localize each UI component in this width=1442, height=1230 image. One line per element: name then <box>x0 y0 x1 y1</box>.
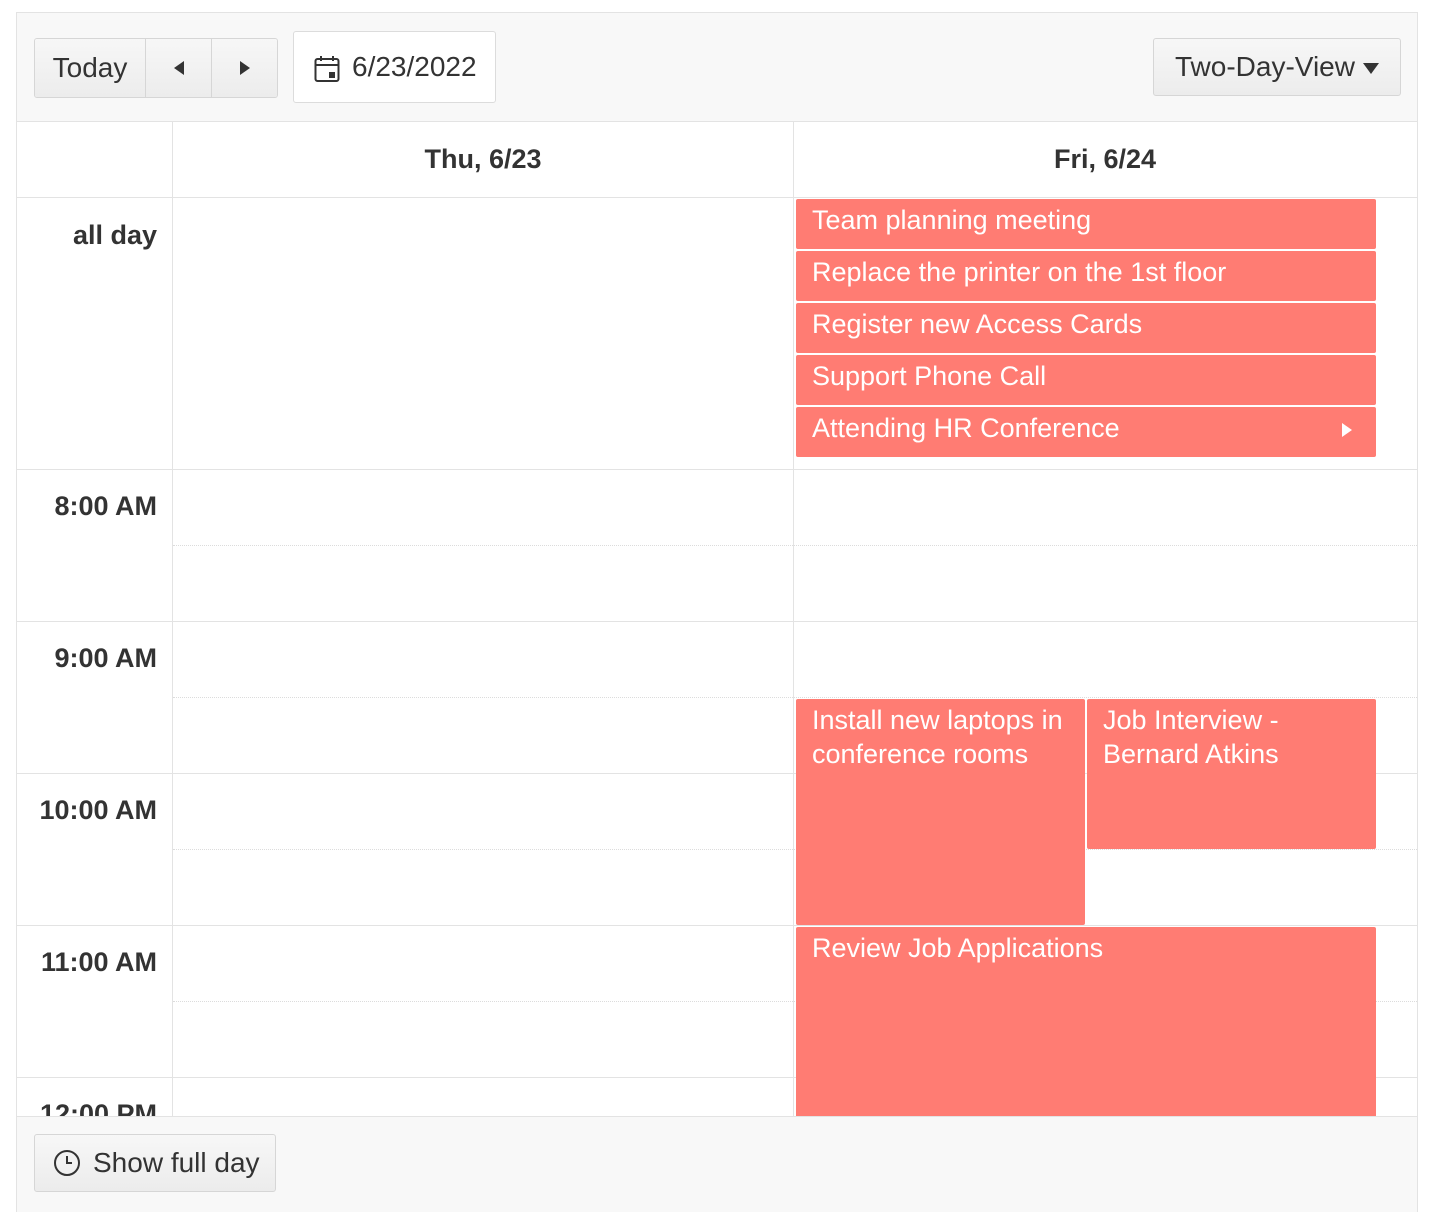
all-day-event[interactable]: Replace the printer on the 1st floor <box>796 251 1376 301</box>
timed-event[interactable]: Job Interview - Bernard Atkins <box>1087 699 1376 849</box>
all-day-event[interactable]: Register new Access Cards <box>796 303 1376 353</box>
date-picker-button[interactable]: 6/23/2022 <box>293 31 496 103</box>
event-title: Job Interview - Bernard Atkins <box>1103 705 1279 769</box>
event-title: Attending HR Conference <box>812 413 1120 443</box>
scheduler: Today 6/23/2022 Two-Day-View Thu, 6/23 F… <box>16 12 1418 1212</box>
current-date-label: 6/23/2022 <box>352 51 477 82</box>
time-label-9am: 9:00 AM <box>54 643 157 673</box>
event-title: Support Phone Call <box>812 361 1047 391</box>
all-day-label: all day <box>72 220 157 250</box>
event-title: Team planning meeting <box>812 205 1092 235</box>
footer: Show full day <box>17 1116 1417 1212</box>
caret-down-icon <box>1362 63 1379 74</box>
caret-right-icon <box>1342 423 1352 437</box>
scheduler-body: all day 8:00 AM 9:00 AM 10:00 AM 11:00 A… <box>17 198 1417 1116</box>
all-day-event[interactable]: Attending HR Conference <box>796 407 1376 457</box>
navigation-button-group: Today <box>34 38 278 98</box>
time-label-8am: 8:00 AM <box>54 491 157 521</box>
caret-left-icon <box>173 61 184 75</box>
day-header-thu: Thu, 6/23 <box>424 143 542 174</box>
previous-button[interactable] <box>145 39 211 97</box>
date-header-row: Thu, 6/23 Fri, 6/24 <box>17 121 1417 198</box>
timed-event[interactable]: Install new laptops in conference rooms <box>796 699 1085 925</box>
calendar-icon <box>314 56 340 82</box>
timed-event[interactable]: Review Job Applications <box>796 927 1376 1116</box>
view-switcher-label: Two-Day-View <box>1175 51 1355 82</box>
time-label-11am: 11:00 AM <box>40 947 157 977</box>
show-full-day-button[interactable]: Show full day <box>34 1134 276 1192</box>
all-day-event[interactable]: Support Phone Call <box>796 355 1376 405</box>
time-label-10am: 10:00 AM <box>39 795 157 825</box>
toolbar: Today 6/23/2022 Two-Day-View <box>17 13 1417 122</box>
caret-right-icon <box>239 61 250 75</box>
event-title: Review Job Applications <box>812 933 1104 963</box>
show-full-day-label: Show full day <box>93 1147 260 1178</box>
today-button[interactable]: Today <box>35 39 145 97</box>
event-title: Register new Access Cards <box>812 309 1143 339</box>
all-day-event[interactable]: Team planning meeting <box>796 199 1376 249</box>
event-title: Install new laptops in conference rooms <box>812 705 1063 769</box>
next-button[interactable] <box>211 39 277 97</box>
time-label-12pm: 12:00 PM <box>39 1099 157 1116</box>
day-header-fri: Fri, 6/24 <box>1053 143 1157 174</box>
clock-icon <box>54 1150 80 1176</box>
view-switcher-dropdown[interactable]: Two-Day-View <box>1153 38 1401 96</box>
event-title: Replace the printer on the 1st floor <box>812 257 1227 287</box>
